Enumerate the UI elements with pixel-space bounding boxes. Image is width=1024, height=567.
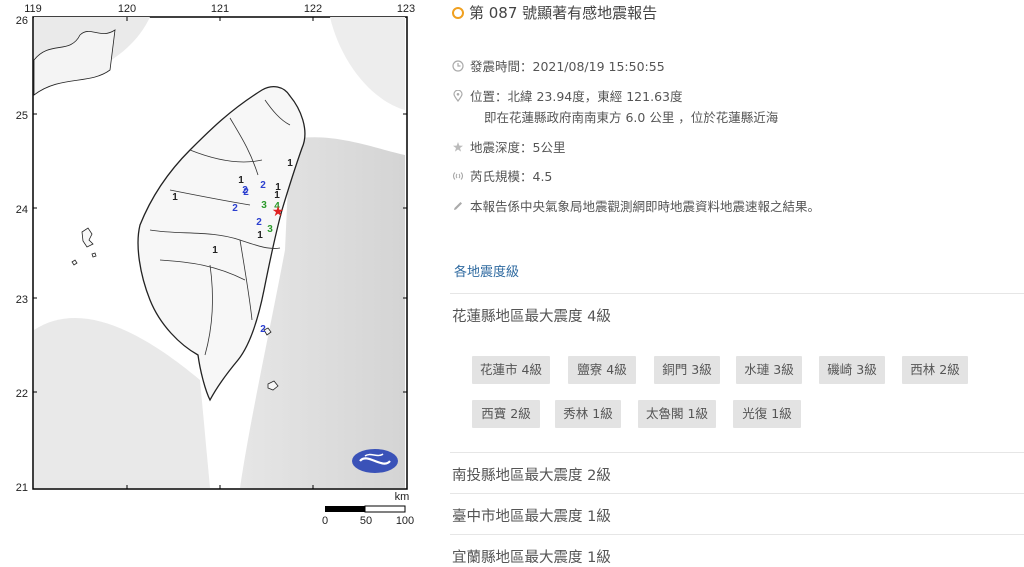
magnitude-wave-icon [452,171,464,180]
intensity-mark: 2 [260,324,266,335]
lat-label-26: 26 [16,15,28,27]
report-panel: 第 087 號顯著有感地震報告 發震時間：2021/08/19 15:50:55… [450,0,1024,566]
region-yilan[interactable]: 宜蘭縣地區最大震度 1級 [450,534,1024,566]
location-pin-icon [453,89,463,102]
report-note: 本報告係中央氣象局地震觀測網即時地震資料地震速報之結果。 [470,199,821,214]
intensity-mark: 3 [261,200,267,211]
station-tag: 秀林 1級 [555,400,621,428]
intensity-mark: 1 [212,245,218,256]
region-hualien-label: 花蓮縣地區最大震度 4級 [452,309,611,325]
epicenter-star: ★ [272,203,285,219]
origin-time: 發震時間：2021/08/19 15:50:55 [470,59,665,74]
intensity-mark: 3 [267,224,273,235]
depth-star-icon [453,141,463,152]
location-coordinates: 位置：北緯 23.94度，東經 121.63度 [470,89,683,104]
intensity-mark: 1 [287,158,293,169]
lon-label-122: 122 [304,3,322,15]
region-hualien[interactable]: 花蓮縣地區最大震度 4級 [450,293,1024,325]
pencil-icon [454,201,462,210]
note-row: 本報告係中央氣象局地震觀測網即時地震資料地震速報之結果。 [452,196,820,215]
scale-bar: km 0 50 100 [322,491,414,527]
magnitude-row: 芮氏規模：4.5 [452,166,552,185]
clock-icon [452,59,464,72]
lat-label-25: 25 [16,110,28,122]
region-taichung-label: 臺中市地區最大震度 1級 [452,509,611,525]
intensity-mark: 2 [243,187,249,198]
intensity-mark: 2 [232,203,238,214]
location-row: 位置：北緯 23.94度，東經 121.63度 [452,86,682,105]
lon-label-120: 120 [118,3,136,15]
lat-label-24: 24 [16,204,28,216]
station-tag: 水璉 3級 [736,356,802,384]
scale-tick-50: 50 [360,515,372,527]
intensity-mark: 1 [257,230,263,241]
lon-label-121: 121 [211,3,229,15]
intensity-mark: 1 [274,190,280,201]
latitude-labels: 26 25 24 23 22 21 [16,15,28,494]
title-bullet-icon [452,6,464,19]
station-tag: 西林 2級 [902,356,968,384]
earthquake-map: 1212121342131212 ★ 119 120 121 122 123 2… [0,0,440,559]
station-tag: 西寶 2級 [472,400,540,428]
intensity-mark: 2 [256,217,262,228]
report-title: 第 087 號顯著有感地震報告 [469,4,658,22]
region-taichung[interactable]: 臺中市地區最大震度 1級 [450,493,1024,525]
station-tag: 鹽寮 4級 [568,356,636,384]
lon-label-123: 123 [397,3,415,15]
richter-magnitude: 芮氏規模：4.5 [470,169,553,184]
cwb-logo [352,449,398,473]
region-yilan-label: 宜蘭縣地區最大震度 1級 [452,550,611,566]
station-tag: 太魯閣 1級 [638,400,716,428]
station-tag: 花蓮市 4級 [472,356,550,384]
lat-label-22: 22 [16,388,28,400]
lat-label-23: 23 [16,294,28,306]
longitude-labels: 119 120 121 122 123 [24,3,415,15]
intensity-section-link[interactable]: 各地震度級 [454,261,519,280]
lat-label-21: 21 [16,482,28,494]
scale-tick-100: 100 [396,515,414,527]
depth-row: 地震深度：5公里 [452,137,565,156]
intensity-mark: 1 [172,192,178,203]
time-row: 發震時間：2021/08/19 15:50:55 [452,56,665,75]
intensity-mark: 2 [260,180,266,191]
lon-label-119: 119 [24,3,42,15]
report-title-row: 第 087 號顯著有感地震報告 [452,2,657,23]
scale-unit: km [395,491,410,503]
location-detail: 即在花蓮縣政府南南東方 6.0 公里 ，位於花蓮縣近海 [484,110,779,125]
scale-tick-0: 0 [322,515,328,527]
station-tag: 磯崎 3級 [819,356,885,384]
region-nantou[interactable]: 南投縣地區最大震度 2級 [450,452,1024,484]
station-tag: 銅門 3級 [654,356,720,384]
region-nantou-label: 南投縣地區最大震度 2級 [452,468,611,484]
focal-depth: 地震深度：5公里 [470,140,566,155]
station-tag: 光復 1級 [733,400,801,428]
map-svg: 12 121213 42131212 ★ 119 120 121 122 123 2… [16,3,415,527]
